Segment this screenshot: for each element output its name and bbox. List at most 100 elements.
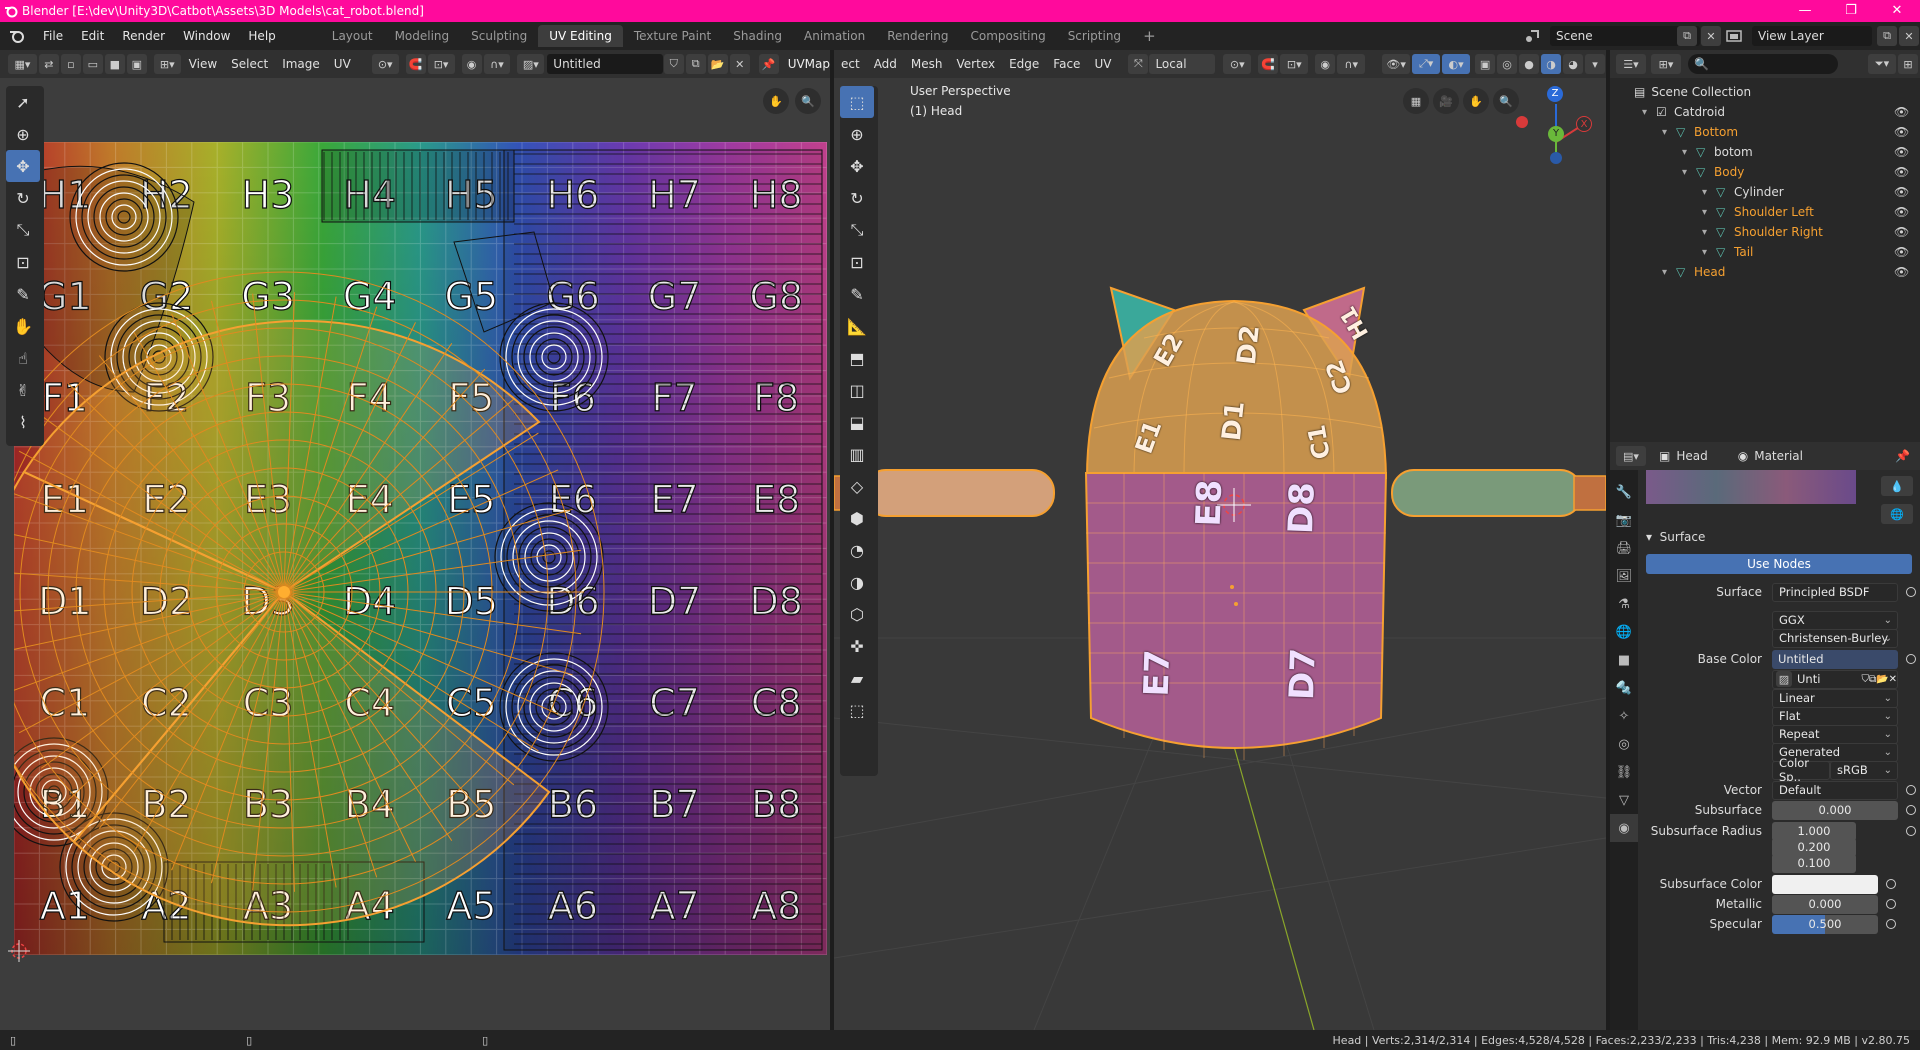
ss-color-socket-icon[interactable] bbox=[1886, 879, 1896, 889]
editor-type-icon[interactable]: ▦▾ bbox=[8, 54, 37, 74]
vp-measure-icon[interactable]: 📐 bbox=[840, 310, 874, 342]
tab-uv-editing[interactable]: UV Editing bbox=[538, 25, 623, 47]
visibility-eye-icon[interactable]: 👁 bbox=[1894, 105, 1909, 119]
vp-transform-icon[interactable]: ⊡ bbox=[840, 246, 874, 278]
menu-window[interactable]: Window bbox=[174, 29, 239, 43]
overlay-toggle-icon[interactable]: ◐▾ bbox=[1442, 54, 1471, 74]
vp-snap-target-icon[interactable]: ⊡▾ bbox=[1280, 54, 1309, 74]
image-browse-icon[interactable]: ▨▾ bbox=[517, 54, 545, 74]
material-shading-icon[interactable]: ◑ bbox=[1541, 54, 1562, 74]
expand-toggle-icon[interactable]: ▾ bbox=[1702, 247, 1716, 258]
tab-scripting[interactable]: Scripting bbox=[1057, 25, 1132, 47]
solid-shading-icon[interactable]: ● bbox=[1519, 54, 1540, 74]
camera-view-icon[interactable]: 🎥 bbox=[1433, 88, 1459, 114]
world-tab-icon[interactable]: 🌐 bbox=[1610, 618, 1638, 646]
outliner-search-input[interactable]: 🔍 bbox=[1688, 54, 1838, 74]
vp-rotate-icon[interactable]: ↻ bbox=[840, 182, 874, 214]
bevel-icon[interactable]: ⬓ bbox=[840, 406, 874, 438]
vp-falloff-icon[interactable]: ∩▾ bbox=[1337, 54, 1366, 74]
expand-toggle-icon[interactable]: ▾ bbox=[1702, 227, 1716, 238]
image-name-field[interactable]: Untitled bbox=[547, 54, 663, 74]
vp-menu-uv[interactable]: UV bbox=[1087, 57, 1118, 71]
select-tool-icon[interactable]: ➚ bbox=[6, 86, 40, 118]
expand-toggle-icon[interactable]: ▾ bbox=[1682, 147, 1696, 158]
shoulder-right-mesh[interactable] bbox=[1391, 469, 1583, 517]
poly-build-icon[interactable]: ⬢ bbox=[840, 502, 874, 534]
vertex-select-icon[interactable]: ▫ bbox=[60, 54, 81, 74]
vp-menu-face[interactable]: Face bbox=[1046, 57, 1087, 71]
visibility-eye-icon[interactable]: 👁 bbox=[1894, 245, 1909, 259]
shoulder-left-mesh[interactable] bbox=[863, 469, 1055, 517]
tab-layout[interactable]: Layout bbox=[321, 25, 384, 47]
render-tab-icon[interactable]: 📷 bbox=[1610, 506, 1638, 534]
vp-select-box-icon[interactable]: ⬚ bbox=[840, 86, 874, 118]
outliner-item[interactable]: ▾ ▽ Shoulder Right bbox=[1702, 222, 1823, 242]
ss-radius-socket-icon[interactable] bbox=[1906, 826, 1916, 836]
expand-toggle-icon[interactable]: ▾ bbox=[1682, 167, 1696, 178]
outliner-item[interactable]: ▾ ▽ Bottom bbox=[1662, 122, 1738, 142]
ss-color-swatch[interactable] bbox=[1772, 874, 1878, 894]
sss-method-dropdown[interactable]: Christensen-Burley ⌄ bbox=[1772, 628, 1898, 648]
delete-scene-icon[interactable]: ✕ bbox=[1701, 26, 1721, 46]
vp-move-icon[interactable]: ✥ bbox=[840, 150, 874, 182]
base-color-socket-icon[interactable] bbox=[1906, 654, 1916, 664]
visibility-eye-icon[interactable]: 👁 bbox=[1894, 145, 1909, 159]
outliner-item[interactable]: ▾ ▽ Body bbox=[1682, 162, 1744, 182]
vp-pivot-icon[interactable]: ⊙▾ bbox=[1223, 54, 1252, 74]
gizmo-y-axis[interactable]: Y bbox=[1548, 126, 1564, 142]
shrink-fatten-icon[interactable]: ✜ bbox=[840, 630, 874, 662]
new-collection-icon[interactable]: ⊞ bbox=[1898, 54, 1918, 74]
expand-toggle-icon[interactable]: ▾ bbox=[1642, 107, 1656, 118]
gizmo-neg-z[interactable] bbox=[1550, 152, 1562, 164]
menu-edit[interactable]: Edit bbox=[72, 29, 113, 43]
tab-texture-paint[interactable]: Texture Paint bbox=[623, 25, 722, 47]
annotate-tool-icon[interactable]: ✎ bbox=[6, 278, 40, 310]
vp-menu-edge[interactable]: Edge bbox=[1002, 57, 1046, 71]
rendered-shading-icon[interactable]: ◕ bbox=[1563, 54, 1584, 74]
physics-tab-icon[interactable]: ◎ bbox=[1610, 730, 1638, 758]
proportional-edit-icon[interactable]: ◉ bbox=[461, 54, 482, 74]
gizmo-x-axis[interactable]: X bbox=[1576, 116, 1592, 132]
inset-icon[interactable]: ◫ bbox=[840, 374, 874, 406]
scale-tool-icon[interactable]: ⤡ bbox=[6, 214, 40, 246]
new-view-layer-icon[interactable]: ⧉ bbox=[1877, 26, 1897, 46]
output-tab-icon[interactable]: 🖨 bbox=[1610, 534, 1638, 562]
display-mode-icon[interactable]: ⊞▾ bbox=[1651, 54, 1681, 74]
edge-slide-icon[interactable]: ⬡ bbox=[840, 598, 874, 630]
expand-toggle-icon[interactable]: ▾ bbox=[1702, 207, 1716, 218]
surface-panel-header[interactable]: ▾ Surface bbox=[1646, 530, 1705, 544]
view-layer-selector[interactable]: View Layer bbox=[1752, 26, 1872, 46]
vp-snap-icon[interactable]: 🧲 bbox=[1258, 54, 1279, 74]
vp-menu-vertex[interactable]: Vertex bbox=[950, 57, 1003, 71]
tab-modeling[interactable]: Modeling bbox=[384, 25, 461, 47]
visibility-eye-icon[interactable]: 👁 bbox=[1894, 225, 1909, 239]
surface-shader-field[interactable]: Principled BSDF bbox=[1772, 582, 1898, 602]
smooth-icon[interactable]: ◑ bbox=[840, 566, 874, 598]
pinch-tool-icon[interactable]: ✌ bbox=[6, 374, 40, 406]
surface-socket-icon[interactable] bbox=[1906, 587, 1916, 597]
particles-tab-icon[interactable]: ✧ bbox=[1610, 702, 1638, 730]
tab-animation[interactable]: Animation bbox=[793, 25, 876, 47]
knife-icon[interactable]: ◇ bbox=[840, 470, 874, 502]
wireframe-shading-icon[interactable]: ◎ bbox=[1497, 54, 1518, 74]
uv-menu-uv[interactable]: UV bbox=[327, 57, 358, 71]
material-preview-icon[interactable]: 🌐 bbox=[1881, 504, 1913, 524]
delete-view-layer-icon[interactable]: ✕ bbox=[1899, 26, 1919, 46]
scene-collection-row[interactable]: ▤ Scene Collection bbox=[1634, 82, 1751, 102]
sticky-select-icon[interactable]: ⊞▾ bbox=[153, 54, 181, 74]
uv-sculpt-tool-icon[interactable]: ⌇ bbox=[6, 406, 40, 438]
properties-editor-type-icon[interactable]: ▤▾ bbox=[1616, 446, 1646, 466]
move-tool-icon[interactable]: ✥ bbox=[6, 150, 40, 182]
pivot-icon[interactable]: ⊙▾ bbox=[371, 54, 399, 74]
vp-zoom-icon[interactable]: 🔍 bbox=[1493, 88, 1519, 114]
minimize-button[interactable]: — bbox=[1782, 0, 1828, 22]
vector-socket-icon[interactable] bbox=[1906, 785, 1916, 795]
uv-menu-image[interactable]: Image bbox=[275, 57, 327, 71]
edge-select-icon[interactable]: ▭ bbox=[82, 54, 103, 74]
blender-menu-icon[interactable] bbox=[0, 28, 34, 44]
visibility-eye-icon[interactable]: 👁 bbox=[1894, 265, 1909, 279]
face-select-icon[interactable]: ■ bbox=[104, 54, 125, 74]
outliner-item[interactable]: ▾ ▽ Shoulder Left bbox=[1702, 202, 1814, 222]
toggle-camera-view-icon[interactable]: ▦ bbox=[1403, 88, 1429, 114]
modifier-tab-icon[interactable]: 🔩 bbox=[1610, 674, 1638, 702]
